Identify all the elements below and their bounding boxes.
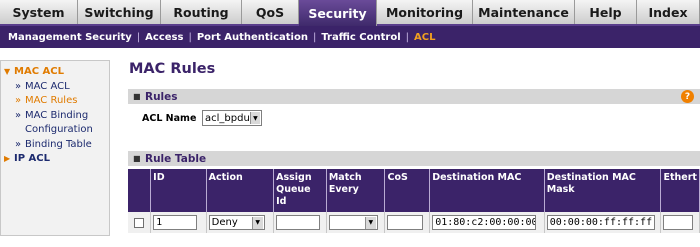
col-header-destination-mac-mask: Destination MAC Mask xyxy=(544,169,662,212)
double-chevron-icon: » xyxy=(15,95,22,106)
top-nav-tabs: System Switching Routing QoS Security Mo… xyxy=(0,0,700,26)
table-row: 1 Deny ▼ ▼ 01:80:c2:00:00:00 00:00:00:ff… xyxy=(128,212,700,233)
sidebar-item-label: MAC Rules xyxy=(25,95,78,106)
subnav-access[interactable]: Access xyxy=(141,32,187,43)
help-icon[interactable]: ? xyxy=(681,90,694,103)
page-title: MAC Rules xyxy=(129,61,216,77)
col-header-assign-queue-id: Assign Queue Id xyxy=(273,169,327,212)
square-bullet-icon: ■ xyxy=(133,154,141,163)
chevron-down-icon: ▼ xyxy=(364,216,376,229)
action-select[interactable]: Deny ▼ xyxy=(208,215,265,230)
destination-mac-mask-input[interactable]: 00:00:00:ff:ff:ff xyxy=(546,215,655,230)
tab-qos[interactable]: QoS xyxy=(242,0,299,24)
sidebar-item-mac-binding-cont[interactable]: Configuration xyxy=(1,123,109,138)
rules-panel-body: ACL Name acl_bpdu ▼ xyxy=(128,107,700,129)
rule-table-panel-header: ■ Rule Table xyxy=(128,151,700,166)
security-sub-nav: Management Security | Access | Port Auth… xyxy=(0,26,700,48)
destination-mac-input[interactable]: 01:80:c2:00:00:00 xyxy=(432,215,537,230)
subnav-management-security[interactable]: Management Security xyxy=(4,32,136,43)
col-header-action: Action xyxy=(206,169,275,212)
double-chevron-icon: » xyxy=(15,80,22,92)
ethertype-input[interactable] xyxy=(663,215,694,230)
acl-name-label: ACL Name xyxy=(142,112,197,124)
sidebar-item-mac-rules[interactable]: » MAC Rules xyxy=(1,94,109,109)
sidebar-item-mac-acl[interactable]: » MAC ACL xyxy=(1,80,109,95)
action-value: Deny xyxy=(211,217,238,228)
ethertype-cell xyxy=(660,212,700,233)
sidebar-item-label: Configuration xyxy=(25,124,93,135)
col-header-cos: CoS xyxy=(384,169,431,212)
sidebar-item-label: MAC Binding xyxy=(25,109,89,121)
select-cell xyxy=(128,212,152,233)
sidebar-item-mac-binding[interactable]: » MAC Binding xyxy=(1,109,109,124)
col-header-id: ID xyxy=(150,169,207,212)
subnav-port-authentication[interactable]: Port Authentication xyxy=(193,32,312,43)
subnav-traffic-control[interactable]: Traffic Control xyxy=(317,32,404,43)
col-header-destination-mac: Destination MAC xyxy=(429,169,545,212)
sidebar-group-label: MAC ACL xyxy=(14,66,64,77)
sidebar-ip-acl-group[interactable]: ▶ IP ACL xyxy=(1,152,109,167)
col-header-select xyxy=(128,169,152,212)
tab-routing[interactable]: Routing xyxy=(161,0,242,24)
table-header-row: ID Action Assign Queue Id Match Every Co… xyxy=(128,169,700,212)
tab-maintenance[interactable]: Maintenance xyxy=(473,0,575,24)
action-cell: Deny ▼ xyxy=(206,212,275,233)
id-input[interactable]: 1 xyxy=(153,215,198,230)
tab-monitoring[interactable]: Monitoring xyxy=(377,0,473,24)
match-every-select[interactable]: ▼ xyxy=(328,215,378,230)
assign-queue-cell xyxy=(273,212,327,233)
match-every-cell: ▼ xyxy=(326,212,386,233)
sidebar: ▼ MAC ACL » MAC ACL » MAC Rules » MAC Bi… xyxy=(0,60,110,236)
double-chevron-icon: » xyxy=(15,109,22,121)
id-cell: 1 xyxy=(150,212,207,233)
chevron-down-icon: ▼ xyxy=(249,112,260,124)
tab-help[interactable]: Help xyxy=(575,0,637,24)
rule-table: ID Action Assign Queue Id Match Every Co… xyxy=(128,169,700,233)
sidebar-mac-acl-group[interactable]: ▼ MAC ACL xyxy=(1,65,109,80)
sidebar-item-label: MAC ACL xyxy=(25,80,70,92)
col-header-ethertype: Ethert xyxy=(660,169,700,212)
rules-panel-header: ■ Rules ? xyxy=(128,89,700,104)
cos-cell xyxy=(384,212,431,233)
assign-queue-id-input[interactable] xyxy=(276,215,321,230)
sidebar-item-label: Binding Table xyxy=(25,138,92,150)
destination-mac-mask-cell: 00:00:00:ff:ff:ff xyxy=(544,212,662,233)
rules-panel-title: Rules xyxy=(145,90,178,103)
rule-table-panel-title: Rule Table xyxy=(145,152,207,165)
square-bullet-icon: ■ xyxy=(133,92,141,101)
chevron-right-icon: ▶ xyxy=(4,154,11,163)
tab-system[interactable]: System xyxy=(0,0,78,24)
acl-name-value: acl_bpdu xyxy=(205,112,250,124)
col-header-match-every: Match Every xyxy=(326,169,386,212)
row-select-checkbox[interactable] xyxy=(134,217,144,228)
app-window: System Switching Routing QoS Security Mo… xyxy=(0,0,700,247)
destination-mac-cell: 01:80:c2:00:00:00 xyxy=(429,212,545,233)
tab-switching[interactable]: Switching xyxy=(78,0,161,24)
acl-name-select[interactable]: acl_bpdu ▼ xyxy=(202,110,262,126)
chevron-down-icon: ▼ xyxy=(251,216,263,229)
sidebar-group-label: IP ACL xyxy=(14,153,50,164)
subnav-acl[interactable]: ACL xyxy=(410,32,439,43)
tab-index[interactable]: Index xyxy=(637,0,700,24)
double-chevron-icon: » xyxy=(15,138,22,150)
tab-security[interactable]: Security xyxy=(299,0,377,26)
cos-input[interactable] xyxy=(387,215,424,230)
chevron-down-icon: ▼ xyxy=(4,67,11,76)
sidebar-item-binding-table[interactable]: » Binding Table xyxy=(1,138,109,153)
